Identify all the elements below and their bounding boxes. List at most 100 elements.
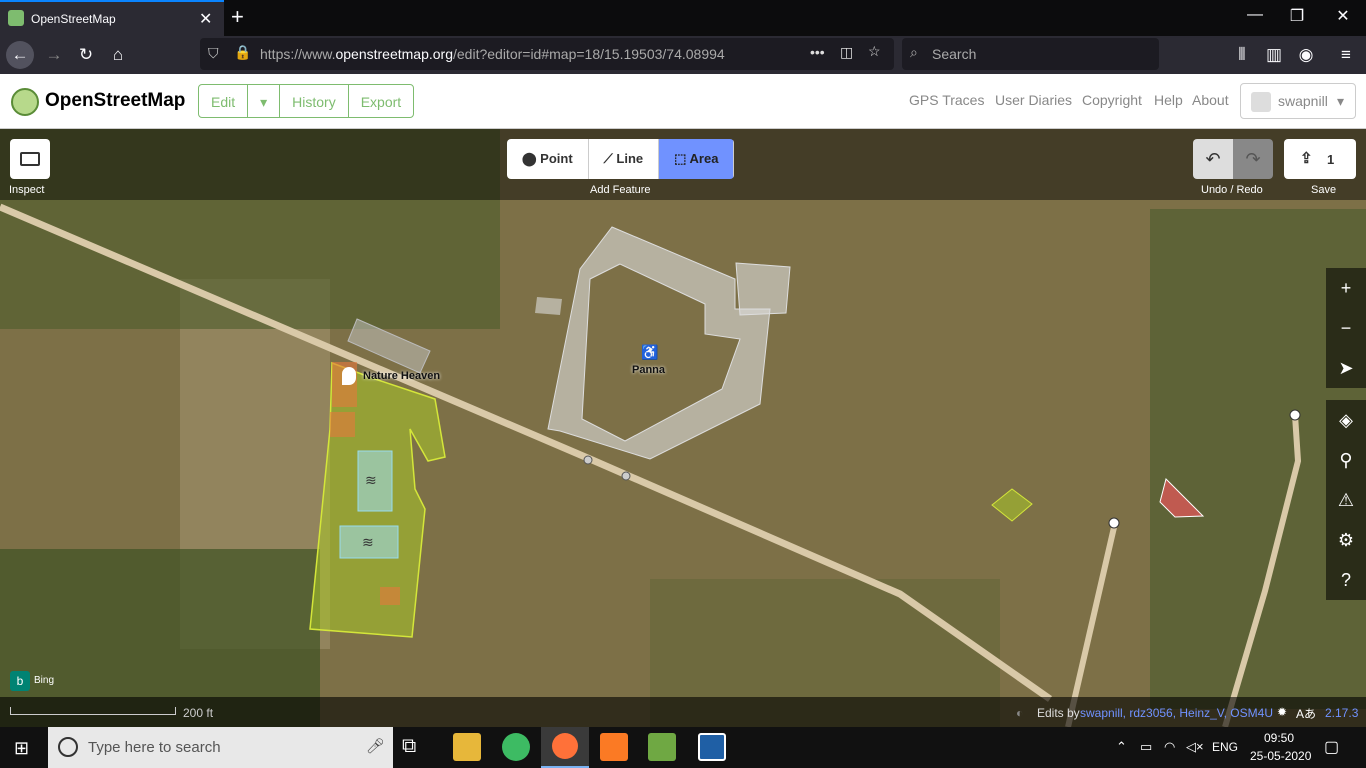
search-placeholder: Search — [932, 46, 977, 62]
edit-button-group: Edit ▾ History Export — [198, 84, 415, 118]
version-link[interactable]: 2.17.3 — [1325, 706, 1358, 720]
close-window-icon[interactable]: ✕ — [1328, 6, 1358, 26]
point-icon: ⬤ — [522, 151, 541, 166]
osm-logo-icon[interactable] — [11, 88, 39, 116]
volume-muted-icon[interactable]: ◁× — [1186, 739, 1204, 755]
add-line-button[interactable]: ⟋ Line — [588, 139, 660, 179]
wifi-icon[interactable]: ◠ — [1164, 739, 1175, 755]
forward-button[interactable]: → — [40, 41, 68, 69]
background-layers-button[interactable]: ◈ — [1326, 400, 1366, 440]
undo-redo-group: ↶ ↷ — [1193, 139, 1273, 179]
geolocate-button[interactable]: ➤ — [1326, 348, 1366, 388]
undo-redo-label: Undo / Redo — [1201, 184, 1263, 196]
microphone-icon[interactable]: 🎤︎ — [366, 737, 385, 755]
app-icon[interactable] — [698, 733, 726, 761]
site-title[interactable]: OpenStreetMap — [45, 90, 185, 112]
swimming-pool-icon: ≋ — [365, 472, 377, 488]
browser-search-bar[interactable]: ⌕ Search — [902, 38, 1159, 70]
account-icon[interactable]: ◉ — [1292, 41, 1320, 69]
notepad-icon[interactable] — [648, 733, 676, 761]
user-menu-button[interactable]: swapnill ▾ — [1240, 83, 1356, 119]
clock-time[interactable]: 09:50 — [1264, 731, 1294, 745]
map-data-button[interactable]: ⚲ — [1326, 440, 1366, 480]
edits-by-prefix: Edits by — [1037, 706, 1080, 720]
back-button[interactable]: ← — [6, 41, 34, 69]
browser-tab[interactable]: OpenStreetMap ✕ — [0, 0, 224, 36]
url-text: https://www.openstreetmap.org/edit?edito… — [260, 46, 725, 62]
inspect-button[interactable] — [10, 139, 50, 179]
menu-icon[interactable]: ≡ — [1332, 41, 1360, 69]
home-button[interactable]: ⌂ — [104, 41, 132, 69]
browser-nav-bar: ← → ↻ ⌂ ⛉ 🔒 https://www.openstreetmap.or… — [0, 36, 1366, 74]
map-canvas[interactable]: Nature Heaven Panna ♿ ≋ ≋ Inspect ⬤ Poin… — [0, 129, 1366, 727]
export-button[interactable]: Export — [349, 85, 413, 117]
redo-button[interactable]: ↷ — [1233, 139, 1273, 179]
bug-report-icon[interactable]: ✹ — [1277, 705, 1287, 719]
search-icon — [58, 737, 78, 757]
nav-help[interactable]: Help — [1154, 92, 1183, 108]
edit-button[interactable]: Edit — [199, 85, 249, 117]
notifications-icon[interactable]: ▢ — [1324, 737, 1339, 757]
new-tab-button[interactable]: + — [231, 4, 244, 30]
osm-header: OpenStreetMap Edit ▾ History Export GPS … — [0, 74, 1366, 129]
label-nature-heaven[interactable]: Nature Heaven — [363, 370, 440, 382]
scale-bar[interactable] — [10, 707, 176, 715]
avatar — [1251, 92, 1271, 112]
browser-tab-bar: OpenStreetMap ✕ + — ❐ ✕ — [0, 0, 1366, 36]
close-tab-icon[interactable]: ✕ — [199, 9, 212, 29]
bing-label: Bing — [34, 675, 55, 686]
zoom-out-button[interactable]: − — [1326, 308, 1366, 348]
inspect-label: Inspect — [9, 184, 45, 196]
save-count: 1 — [1327, 152, 1335, 167]
playground-icon: ♿ — [641, 344, 659, 360]
swimming-pool-icon: ≋ — [362, 534, 374, 550]
undo-button[interactable]: ↶ — [1193, 139, 1233, 179]
android-studio-icon[interactable] — [502, 733, 530, 761]
lock-icon[interactable]: 🔒 — [234, 44, 251, 61]
show-hidden-icons[interactable]: ⌃ — [1116, 739, 1127, 755]
edits-by-users[interactable]: swapnill, rdz3056, Heinz_V, OSM4U — [1080, 706, 1273, 720]
url-bar[interactable]: ⛉ 🔒 https://www.openstreetmap.org/edit?e… — [200, 38, 894, 70]
minimize-icon[interactable]: — — [1240, 6, 1270, 24]
language-indicator[interactable]: ENG — [1212, 740, 1238, 754]
nature-heaven-pin-icon[interactable] — [342, 367, 356, 385]
bookmark-star-icon[interactable]: ☆ — [868, 43, 881, 60]
battery-icon[interactable]: ▭ — [1140, 739, 1152, 755]
add-feature-label: Add Feature — [590, 184, 651, 196]
xampp-icon[interactable] — [600, 733, 628, 761]
issues-button[interactable]: ⚠ — [1326, 480, 1366, 520]
restore-icon[interactable]: ❐ — [1282, 6, 1312, 26]
edit-dropdown-button[interactable]: ▾ — [248, 85, 281, 117]
add-point-button[interactable]: ⬤ Point — [507, 139, 589, 179]
sidebar-icon[interactable]: ▥ — [1260, 41, 1288, 69]
history-button[interactable]: History — [280, 85, 349, 117]
nav-user-diaries[interactable]: User Diaries — [995, 92, 1072, 108]
shield-icon[interactable]: ⛉ — [208, 45, 219, 62]
library-icon[interactable]: ⫴ — [1228, 41, 1256, 69]
nav-gps-traces[interactable]: GPS Traces — [909, 92, 984, 108]
clock-date[interactable]: 25-05-2020 — [1250, 749, 1311, 763]
label-panna[interactable]: Panna — [632, 364, 665, 376]
nav-about[interactable]: About — [1192, 92, 1229, 108]
bing-logo-icon: b — [10, 671, 30, 691]
preferences-button[interactable]: ⚙ — [1326, 520, 1366, 560]
zoom-in-button[interactable]: + — [1326, 268, 1366, 308]
file-explorer-icon[interactable] — [453, 733, 481, 761]
language-icon[interactable]: Aあ — [1296, 705, 1316, 722]
taskbar-search[interactable]: Type here to search 🎤︎ — [48, 727, 393, 768]
save-button[interactable]: ⇪ 1 — [1284, 139, 1356, 179]
add-feature-group: ⬤ Point ⟋ Line ⬚ Area — [507, 139, 735, 179]
add-area-button[interactable]: ⬚ Area — [659, 139, 735, 179]
pocket-icon[interactable]: ◫ — [840, 44, 853, 61]
help-button[interactable]: ? — [1326, 560, 1366, 600]
nav-copyright[interactable]: Copyright — [1082, 92, 1142, 108]
task-view-icon[interactable]: ⧉ — [402, 735, 430, 763]
firefox-taskbar-button[interactable] — [541, 727, 589, 768]
map-imagery — [0, 129, 1366, 727]
page-actions-icon[interactable]: ••• — [810, 44, 825, 60]
line-label: Line — [616, 151, 644, 166]
username: swapnill — [1278, 93, 1328, 109]
windows-start-icon[interactable]: ⊞ — [14, 738, 29, 759]
area-icon: ⬚ — [674, 151, 690, 166]
reload-button[interactable]: ↻ — [72, 41, 100, 69]
